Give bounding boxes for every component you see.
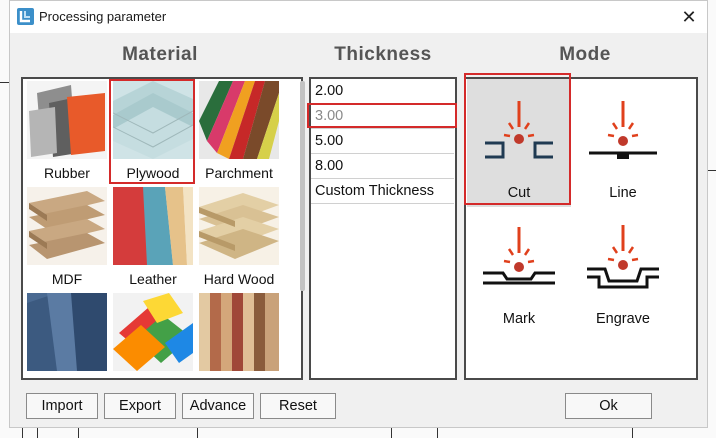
material-tile-rubber[interactable]: Rubber bbox=[26, 81, 108, 183]
mode-selection-highlight bbox=[464, 73, 571, 205]
material-label: Leather bbox=[129, 271, 177, 287]
close-button[interactable]: ✕ bbox=[674, 3, 704, 31]
laser-mark-icon bbox=[483, 227, 555, 285]
material-label: MDF bbox=[51, 271, 83, 287]
canvas-line bbox=[37, 428, 38, 438]
material-tile-denim[interactable] bbox=[26, 293, 108, 395]
hard-wood-swatch-image bbox=[199, 187, 279, 265]
laser-line-icon bbox=[589, 101, 657, 159]
reset-button[interactable]: Reset bbox=[260, 393, 336, 419]
app-logo-icon bbox=[17, 8, 34, 25]
material-tile-hard-wood[interactable]: Hard Wood bbox=[198, 187, 280, 289]
material-scrollbar[interactable] bbox=[300, 81, 305, 291]
ok-button[interactable]: Ok bbox=[565, 393, 652, 419]
canvas-line bbox=[391, 428, 392, 438]
parchment-swatch-image bbox=[199, 81, 279, 159]
processing-parameter-dialog: Processing parameter ✕ Material Thicknes… bbox=[9, 0, 708, 428]
felt-swatch-image bbox=[113, 293, 193, 371]
material-label: Hard Wood bbox=[203, 271, 275, 287]
thickness-selection-highlight bbox=[307, 103, 457, 128]
laser-engrave-icon bbox=[587, 225, 659, 289]
material-tile-cloth[interactable] bbox=[198, 293, 280, 395]
canvas-line bbox=[437, 428, 438, 438]
material-tile-mdf[interactable]: MDF bbox=[26, 187, 108, 289]
mode-label: Mark bbox=[502, 311, 536, 327]
mode-option-engrave[interactable]: Engrave bbox=[571, 207, 675, 335]
thickness-option-custom[interactable]: Custom Thickness bbox=[311, 179, 454, 204]
mode-option-line[interactable]: Line bbox=[571, 79, 675, 207]
material-label: Parchment bbox=[205, 165, 273, 181]
canvas-line bbox=[0, 82, 9, 83]
mdf-swatch-image bbox=[27, 187, 107, 265]
material-header: Material bbox=[122, 44, 198, 65]
thickness-option[interactable]: 8.00 bbox=[311, 154, 454, 179]
mode-header: Mode bbox=[559, 44, 611, 65]
thickness-option[interactable]: 2.00 bbox=[311, 79, 454, 104]
advance-button[interactable]: Advance bbox=[182, 393, 254, 419]
window-title: Processing parameter bbox=[39, 9, 167, 24]
canvas-line bbox=[78, 428, 79, 438]
close-icon: ✕ bbox=[681, 6, 697, 27]
material-tile-felt[interactable] bbox=[112, 293, 194, 395]
export-button[interactable]: Export bbox=[104, 393, 176, 419]
material-tile-leather[interactable]: Leather bbox=[112, 187, 194, 289]
canvas-line bbox=[632, 428, 633, 438]
rubber-swatch-image bbox=[27, 81, 107, 159]
canvas-line bbox=[22, 428, 23, 438]
title-bar: Processing parameter ✕ bbox=[10, 1, 707, 33]
mode-label: Line bbox=[609, 185, 637, 201]
mode-label: Engrave bbox=[595, 311, 650, 327]
canvas-line bbox=[708, 170, 716, 171]
mode-option-mark[interactable]: Mark bbox=[467, 207, 571, 335]
canvas-line bbox=[197, 428, 198, 438]
fabric-swatch-image bbox=[27, 293, 107, 371]
thickness-option[interactable]: 5.00 bbox=[311, 129, 454, 154]
material-selection-highlight bbox=[109, 79, 195, 184]
cloth-swatch-image bbox=[199, 293, 279, 371]
import-button[interactable]: Import bbox=[26, 393, 98, 419]
material-label: Rubber bbox=[44, 165, 90, 181]
material-tile-parchment[interactable]: Parchment bbox=[198, 81, 280, 183]
leather-swatch-image bbox=[113, 187, 193, 265]
thickness-header: Thickness bbox=[334, 44, 432, 65]
